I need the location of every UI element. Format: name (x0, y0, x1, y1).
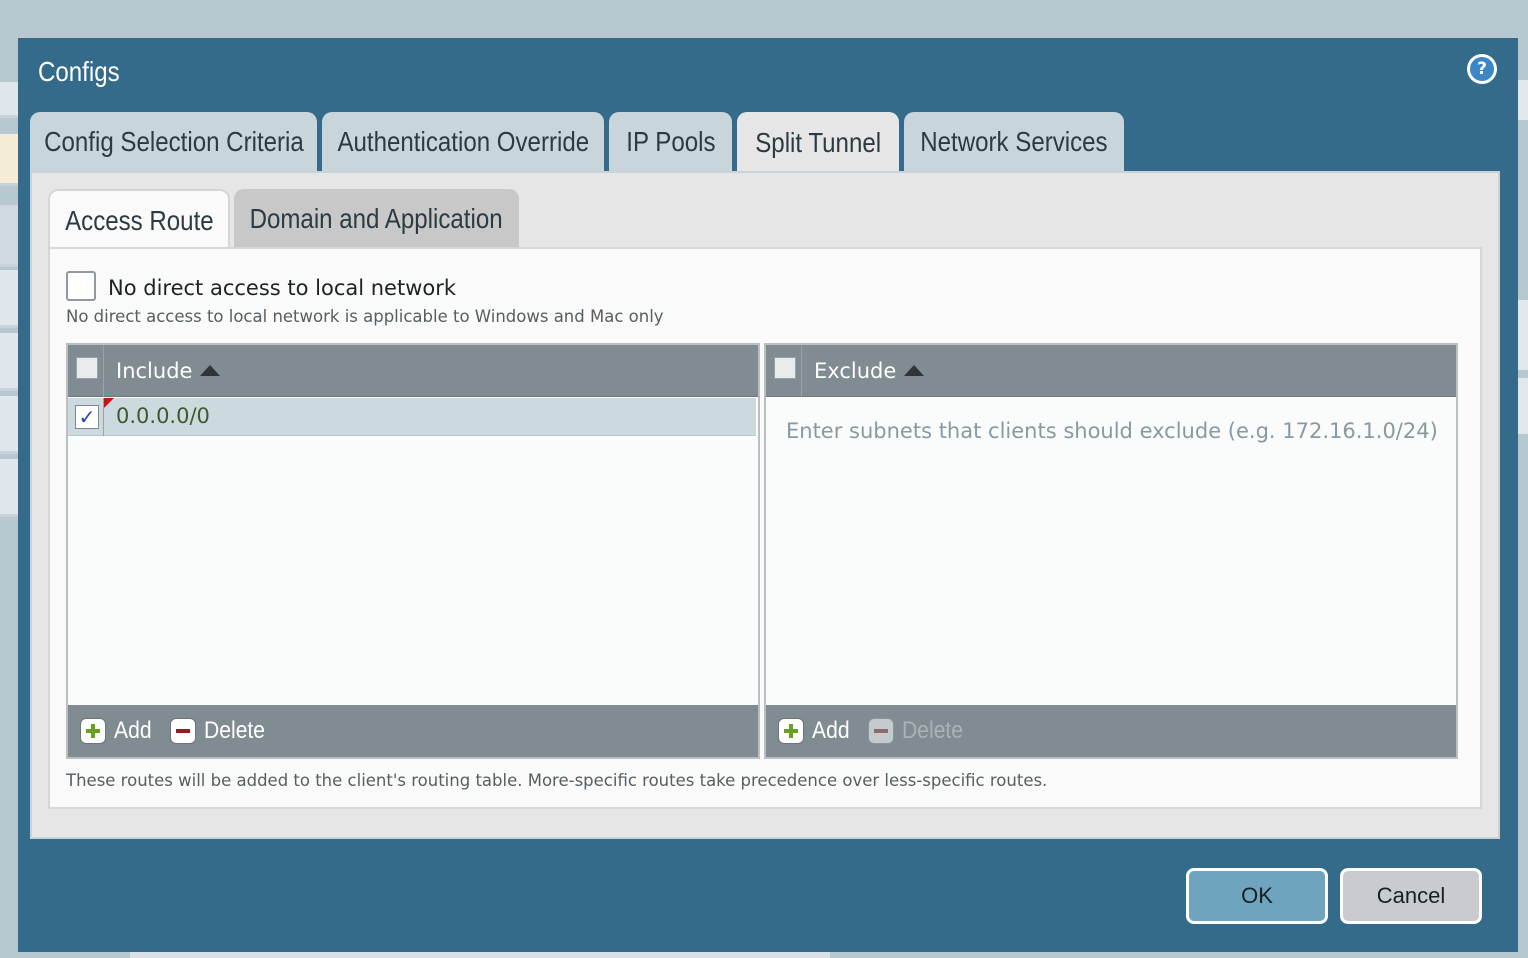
tab-ip-pools[interactable]: IP Pools (609, 112, 732, 172)
sort-ascending-icon (200, 364, 221, 376)
tab-authentication-override[interactable]: Authentication Override (322, 112, 604, 172)
add-icon (778, 718, 804, 744)
table-row[interactable]: ✓ 0.0.0.0/0 (68, 398, 756, 436)
delete-icon (170, 718, 196, 744)
subtab-domain-and-application[interactable]: Domain and Application (234, 189, 519, 249)
exclude-grid-header: Exclude (766, 345, 1456, 397)
background-strip (0, 459, 18, 517)
include-grid: Include ✓ 0.0.0.0/0 Add Delete (66, 343, 760, 759)
header-checkbox-cell (68, 345, 104, 397)
background-strip (1518, 300, 1528, 370)
exclude-grid: Exclude Enter subnets that clients shoul… (764, 343, 1458, 759)
no-direct-access-hint: No direct access to local network is app… (66, 307, 664, 326)
background-strip (0, 396, 18, 454)
row-checkbox-checked[interactable]: ✓ (75, 405, 99, 429)
add-icon (80, 718, 106, 744)
help-icon[interactable]: ? (1467, 54, 1497, 84)
ok-button[interactable]: OK (1186, 868, 1328, 924)
exclude-select-all-checkbox[interactable] (774, 357, 796, 379)
exclude-grid-placeholder[interactable]: Enter subnets that clients should exclud… (786, 419, 1438, 443)
background-strip (0, 333, 18, 391)
include-grid-header: Include (68, 345, 758, 397)
include-column-header[interactable]: Include (116, 359, 221, 383)
tab-config-selection-criteria[interactable]: Config Selection Criteria (30, 112, 317, 172)
modified-marker-icon (104, 398, 114, 408)
background-strip (0, 82, 18, 118)
exclude-grid-footer: Add Delete (766, 705, 1456, 757)
exclude-column-header[interactable]: Exclude (814, 359, 925, 383)
dialog-title: Configs (38, 56, 120, 87)
no-direct-access-checkbox[interactable] (66, 271, 96, 301)
tab-network-services[interactable]: Network Services (904, 112, 1124, 172)
cancel-button[interactable]: Cancel (1340, 868, 1482, 924)
exclude-add-button[interactable]: Add (778, 717, 855, 745)
configs-dialog: Configs ? Config Selection Criteria Auth… (18, 38, 1518, 952)
include-delete-button[interactable]: Delete (170, 717, 273, 745)
include-select-all-checkbox[interactable] (76, 357, 98, 379)
subtab-access-route[interactable]: Access Route (48, 189, 230, 251)
background-strip (1518, 80, 1528, 120)
no-direct-access-label: No direct access to local network (108, 276, 457, 300)
row-checkbox-cell: ✓ (68, 398, 104, 436)
include-route-value: 0.0.0.0/0 (116, 404, 210, 428)
routes-footnote: These routes will be added to the client… (66, 771, 1048, 790)
include-grid-footer: Add Delete (68, 705, 758, 757)
tab-split-tunnel[interactable]: Split Tunnel (737, 112, 899, 174)
split-tunnel-panel: Access Route Domain and Application No d… (30, 171, 1500, 839)
header-checkbox-cell (766, 345, 802, 397)
exclude-delete-button[interactable]: Delete (868, 717, 971, 745)
access-route-panel: No direct access to local network No dir… (48, 247, 1482, 809)
background-strip (0, 134, 18, 186)
background-strip (0, 205, 18, 267)
sort-ascending-icon (904, 364, 925, 376)
include-add-button[interactable]: Add (80, 717, 157, 745)
background-strip (1518, 378, 1528, 434)
delete-icon (868, 718, 894, 744)
background-strip (0, 270, 18, 328)
